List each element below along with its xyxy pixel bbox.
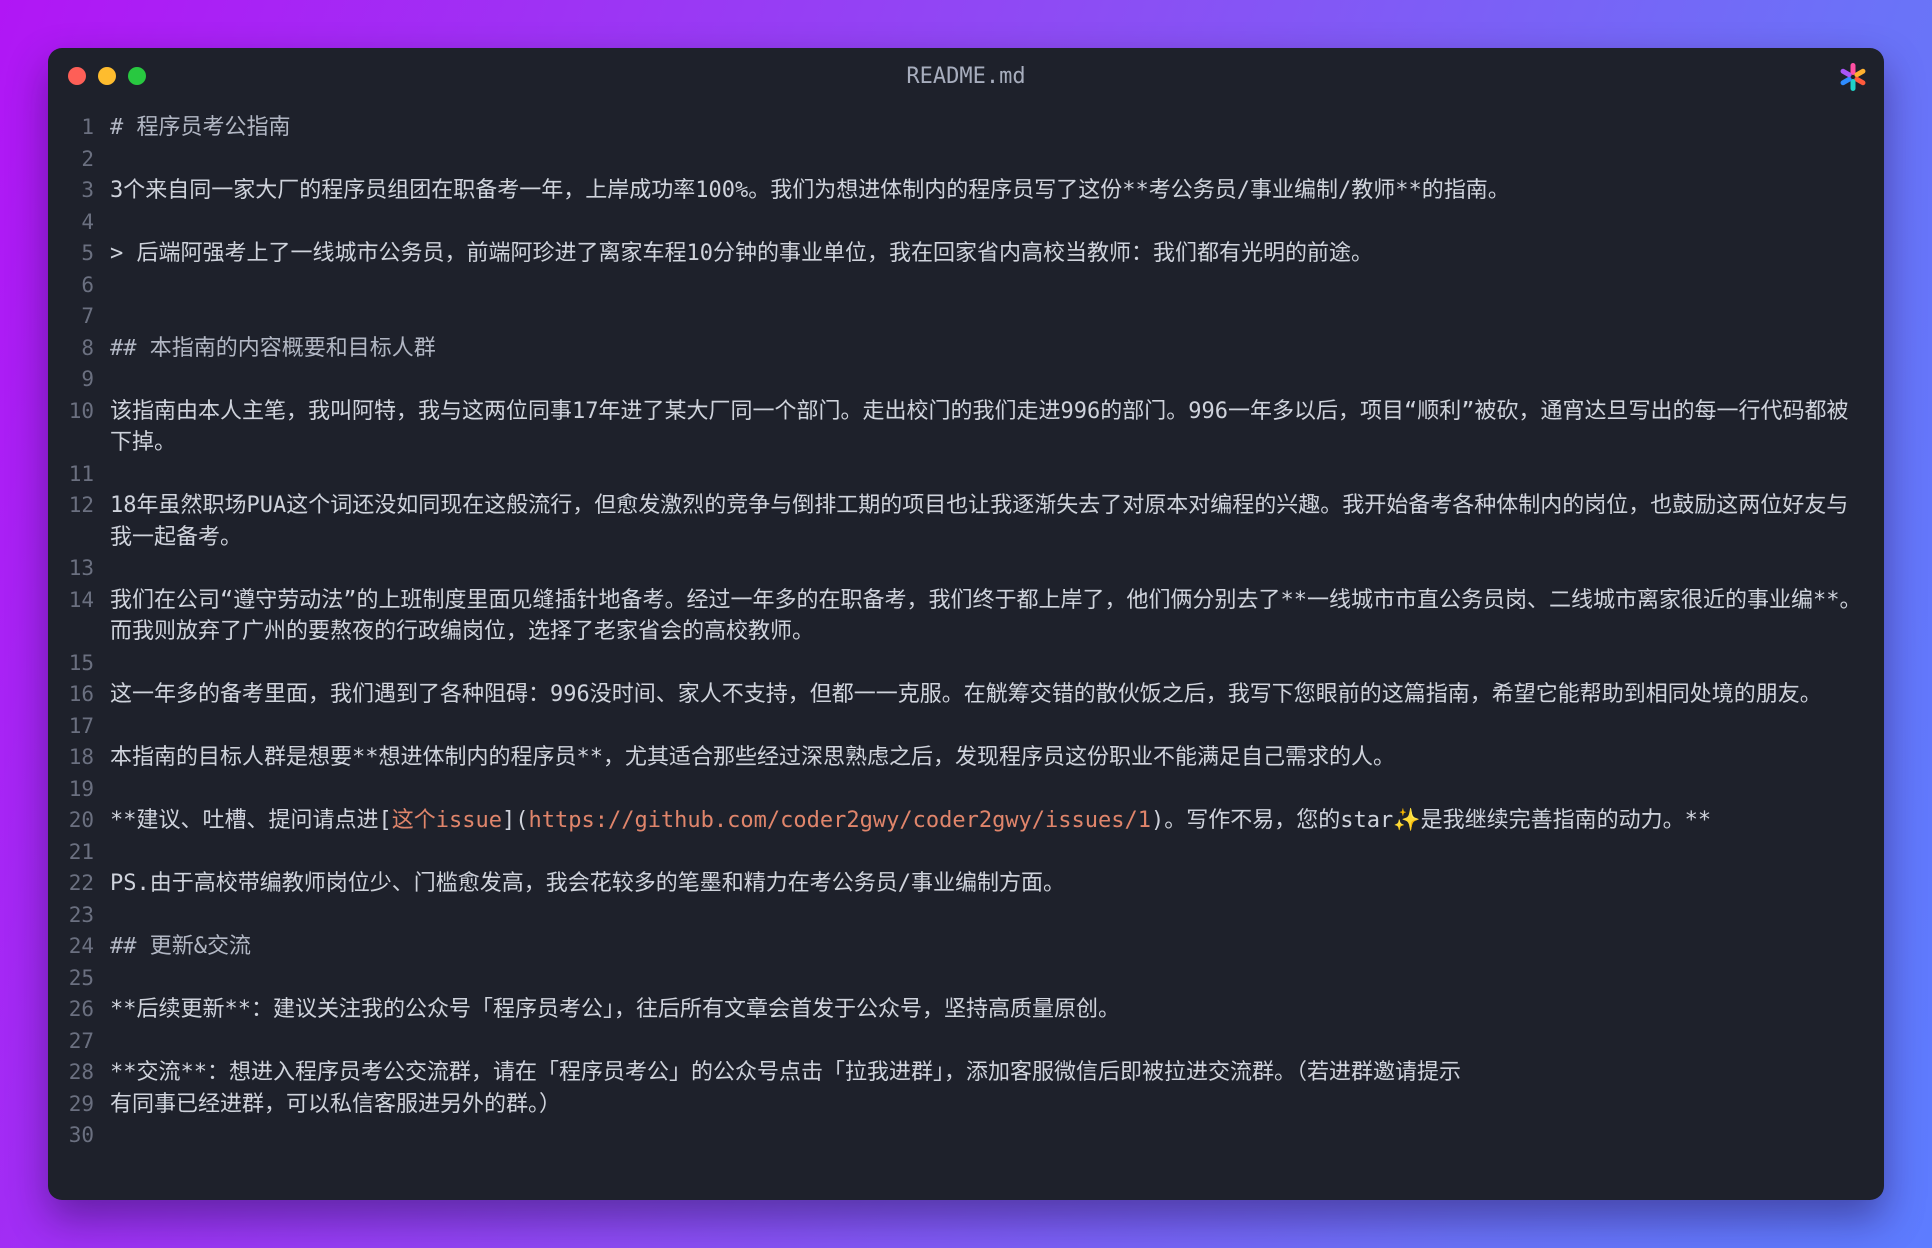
editor-line: 16 这一年多的备考里面，我们遇到了各种阻碍：996没时间、家人不支持，但都一一克…: [48, 679, 1884, 711]
line-number: 18: [68, 745, 94, 769]
editor-line: 28 **交流**：想进入程序员考公交流群，请在「程序员考公」的公众号点击「拉我进…: [48, 1057, 1884, 1089]
line-number: 9: [81, 367, 94, 391]
editor-line: 7: [48, 301, 1884, 333]
line-number: 11: [68, 461, 94, 486]
editor-line: 17: [48, 711, 1884, 743]
line-number: 24: [68, 934, 94, 958]
editor-line: 4: [48, 207, 1884, 239]
line-number: 4: [81, 209, 94, 234]
editor-line: 20 **建议、吐槽、提问请点进[这个issue](https://github.…: [48, 805, 1884, 837]
title-bar: README.md: [48, 48, 1884, 106]
line-number: 29: [68, 1091, 94, 1116]
editor-line: 11: [48, 459, 1884, 491]
line-content: # 程序员考公指南: [110, 115, 291, 140]
line-segment: )。写作不易，您的star✨是我继续完善指南的动力。**: [1151, 808, 1712, 833]
line-number: 13: [68, 556, 94, 580]
line-number: 16: [68, 682, 94, 706]
line-number: 10: [68, 398, 94, 423]
line-number: 25: [68, 965, 94, 990]
line-number: 14: [68, 587, 94, 612]
editor-line: 6: [48, 270, 1884, 302]
editor-line: 30: [48, 1120, 1884, 1152]
editor-line: 25: [48, 963, 1884, 995]
line-content: 本指南的目标人群是想要**想进体制内的程序员**，尤其适合那些经过深思熟虑之后，…: [110, 745, 1395, 770]
line-content: ## 本指南的内容概要和目标人群: [110, 335, 436, 361]
code-editor[interactable]: 1 # 程序员考公指南 2 3 3个来自同一家大厂的程序员组团在职备考一年，上岸成功率1…: [48, 112, 1884, 1200]
line-content: > 后端阿强考上了一线城市公务员，前端阿珍进了离家车程10分钟的事业单位，我在回…: [110, 241, 1373, 266]
line-number: 12: [68, 493, 94, 517]
line-content: 18年虽然职场PUA这个词还没如同现在这般流行，但愈发激烈的竞争与倒排工期的项目…: [110, 493, 1849, 550]
line-content: 我们在公司“遵守劳动法”的上班制度里面见缝插针地备考。经过一年多的在职备考，我们…: [110, 587, 1862, 645]
line-content: 该指南由本人主笔，我叫阿特，我与这两位同事17年进了某大厂同一个部门。走出校门的…: [110, 398, 1849, 456]
editor-line: 21: [48, 837, 1884, 869]
editor-line: 15: [48, 648, 1884, 680]
editor-line: 5 > 后端阿强考上了一线城市公务员，前端阿珍进了离家车程10分钟的事业单位，我在…: [48, 238, 1884, 270]
line-number: 5: [81, 241, 94, 265]
line-content: 有同事已经进群，可以私信客服进另外的群。）: [110, 1091, 562, 1117]
line-number: 2: [81, 146, 94, 171]
editor-line: 29 有同事已经进群，可以私信客服进另外的群。）: [48, 1089, 1884, 1121]
line-number: 17: [68, 713, 94, 738]
issue-link-text[interactable]: 这个issue: [392, 808, 502, 833]
line-number: 6: [81, 272, 94, 297]
line-segment: ](: [501, 808, 529, 833]
editor-window: README.md 1 # 程序员考公指南 2 3 3个来自同一家大厂的程序员组团在职备…: [48, 48, 1884, 1200]
line-number: 22: [68, 871, 94, 895]
line-number: 27: [68, 1028, 94, 1053]
line-number: 28: [68, 1060, 94, 1084]
line-number: 8: [81, 335, 94, 360]
editor-line: 23: [48, 900, 1884, 932]
line-content: 3个来自同一家大厂的程序员组团在职备考一年，上岸成功率100%。我们为想进体制内…: [110, 178, 1510, 203]
line-number: 26: [68, 997, 94, 1021]
line-number: 19: [68, 776, 94, 801]
editor-line: 3 3个来自同一家大厂的程序员组团在职备考一年，上岸成功率100%。我们为想进体制…: [48, 175, 1884, 207]
line-content: ## 更新&交流: [110, 934, 251, 959]
line-number: 30: [68, 1123, 94, 1147]
line-segment: **建议、吐槽、提问请点进[: [110, 808, 392, 833]
issue-link-url[interactable]: https://github.com/coder2gwy/coder2gwy/i…: [528, 808, 1151, 833]
line-content: PS.由于高校带编教师岗位少、门槛愈发高，我会花较多的笔墨和精力在考公务员/事业…: [110, 871, 1065, 896]
line-number: 7: [81, 304, 94, 328]
editor-line: 14 我们在公司“遵守劳动法”的上班制度里面见缝插针地备考。经过一年多的在职备考，…: [48, 585, 1884, 648]
editor-line: 19: [48, 774, 1884, 806]
editor-line: 18 本指南的目标人群是想要**想进体制内的程序员**，尤其适合那些经过深思熟虑之…: [48, 742, 1884, 774]
line-number: 3: [81, 178, 94, 202]
editor-line: 12 18年虽然职场PUA这个词还没如同现在这般流行，但愈发激烈的竞争与倒排工期的…: [48, 490, 1884, 553]
line-number: 23: [68, 902, 94, 927]
editor-line: 9: [48, 364, 1884, 396]
line-number: 1: [81, 115, 94, 139]
editor-line: 10 该指南由本人主笔，我叫阿特，我与这两位同事17年进了某大厂同一个部门。走出校…: [48, 396, 1884, 459]
editor-line: 22 PS.由于高校带编教师岗位少、门槛愈发高，我会花较多的笔墨和精力在考公务员/…: [48, 868, 1884, 900]
editor-line: 2: [48, 144, 1884, 176]
line-content: **建议、吐槽、提问请点进[这个issue](https://github.co…: [110, 805, 1864, 837]
editor-line: 1 # 程序员考公指南: [48, 112, 1884, 144]
pinwheel-logo-icon: [1840, 63, 1866, 91]
line-content: 这一年多的备考里面，我们遇到了各种阻碍：996没时间、家人不支持，但都一一克服。…: [110, 682, 1822, 707]
window-title: README.md: [906, 64, 1026, 89]
line-number: 15: [68, 650, 94, 675]
line-number: 20: [68, 808, 94, 832]
editor-line: 13: [48, 553, 1884, 585]
editor-line: 26 **后续更新**：建议关注我的公众号「程序员考公」，往后所有文章会首发于公众…: [48, 994, 1884, 1026]
editor-line: 8 ## 本指南的内容概要和目标人群: [48, 333, 1884, 365]
editor-line: 24 ## 更新&交流: [48, 931, 1884, 963]
line-number: 21: [68, 839, 94, 864]
line-content: **后续更新**：建议关注我的公众号「程序员考公」，往后所有文章会首发于公众号，…: [110, 997, 1120, 1022]
line-content: **交流**：想进入程序员考公交流群，请在「程序员考公」的公众号点击「拉我进群」…: [110, 1060, 1461, 1085]
editor-line: 27: [48, 1026, 1884, 1058]
